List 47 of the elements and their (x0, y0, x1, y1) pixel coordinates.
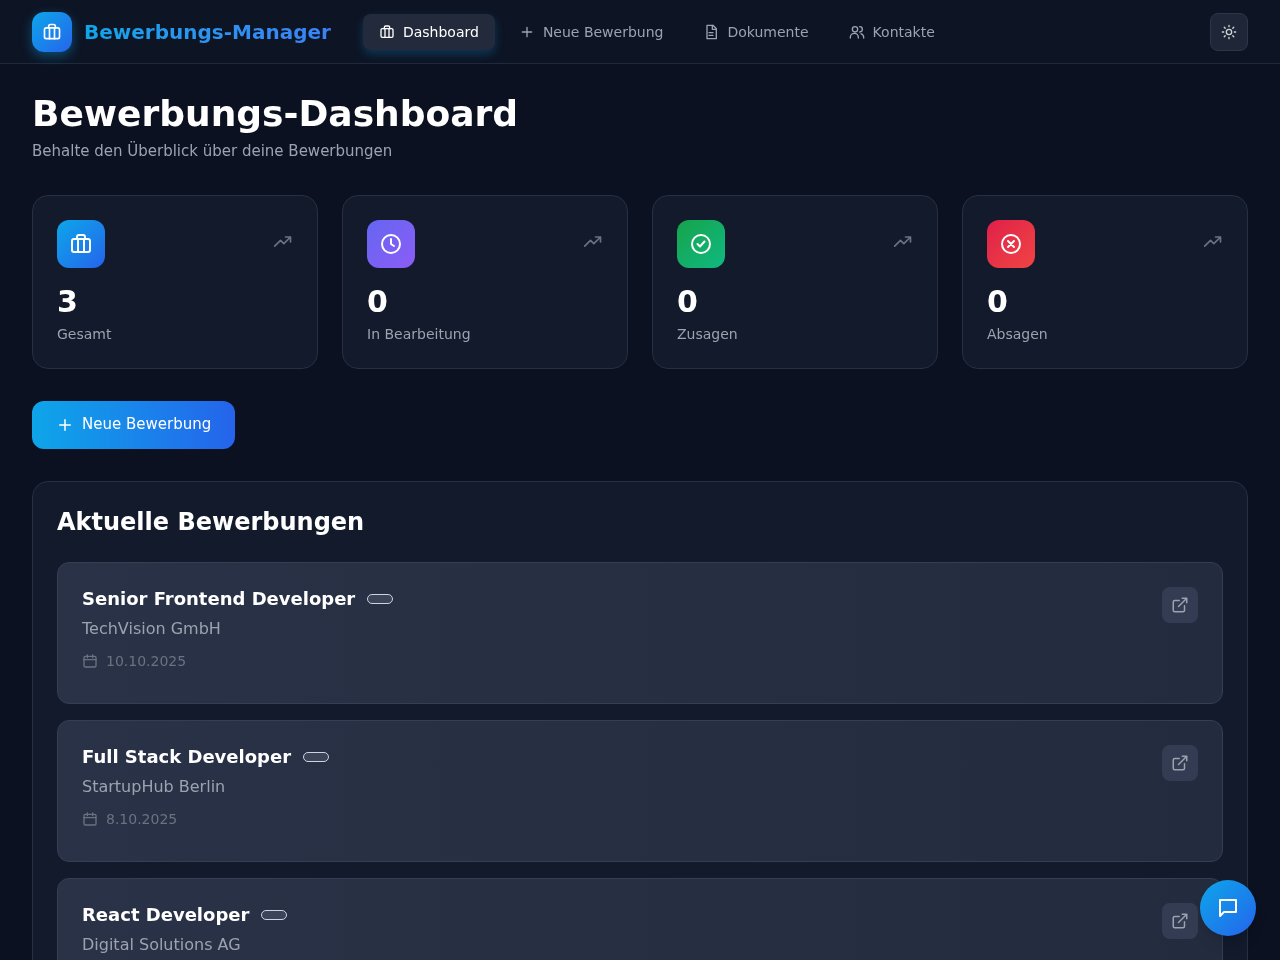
stat-label: Zusagen (677, 324, 739, 344)
application-date: 8.10.2025 (106, 809, 178, 829)
new-application-button[interactable]: Neue Bewerbung (32, 400, 236, 449)
company-name: StartupHub Berlin (82, 776, 227, 797)
company-name: Digital Solutions AG (82, 934, 242, 955)
open-link-button[interactable] (1162, 744, 1198, 781)
job-title: Full Stack Developer (82, 744, 292, 769)
nav-tab[interactable]: Kontakte (832, 13, 951, 50)
users-icon (848, 23, 865, 40)
page-title: Bewerbungs-Dashboard (32, 92, 519, 136)
clock-icon (367, 219, 415, 268)
job-title: React Developer (82, 902, 250, 927)
stat-value: 3 (57, 283, 79, 320)
status-badge (303, 751, 330, 762)
external-link-icon (1171, 595, 1189, 614)
calendar-icon (82, 810, 98, 827)
application-card[interactable]: Senior Frontend Developer TechVision GmbH 10.10.2025 (57, 561, 1223, 704)
stat-label: In Bearbeitung (367, 324, 472, 344)
stat-label: Absagen (987, 324, 1049, 344)
external-link-icon (1171, 753, 1189, 772)
stat-value: 0 (677, 283, 699, 320)
document-icon (703, 23, 720, 40)
briefcase-icon (378, 23, 395, 40)
nav-tab[interactable]: Dashboard (362, 13, 495, 50)
section-title: Aktuelle Bewerbungen (57, 506, 366, 538)
application-card[interactable]: Full Stack Developer StartupHub Berlin 8.10.2025 (57, 719, 1223, 862)
nav-tab[interactable]: Neue Bewerbung (502, 13, 680, 50)
status-badge (367, 593, 394, 604)
stat-value: 0 (367, 283, 389, 320)
open-link-button[interactable] (1162, 586, 1198, 623)
open-link-button[interactable] (1162, 902, 1198, 939)
application-date: 10.10.2025 (106, 651, 187, 671)
nav-tab[interactable]: Dokumente (687, 13, 825, 50)
calendar-icon (82, 652, 98, 669)
chat-icon (1216, 896, 1240, 920)
logo-icon (32, 11, 72, 52)
sun-icon (1221, 23, 1237, 40)
job-title: Senior Frontend Developer (82, 586, 356, 611)
stat-value: 0 (987, 283, 1009, 320)
external-link-icon (1171, 911, 1189, 930)
theme-toggle-button[interactable] (1210, 12, 1248, 51)
status-badge (261, 909, 288, 920)
stat-label: Gesamt (57, 324, 113, 344)
company-name: TechVision GmbH (82, 618, 222, 639)
briefcase-icon (57, 219, 105, 268)
page-subtitle: Behalte den Überblick über deine Bewerbungen (32, 140, 394, 162)
application-card[interactable]: React Developer Digital Solutions AG (57, 877, 1223, 960)
